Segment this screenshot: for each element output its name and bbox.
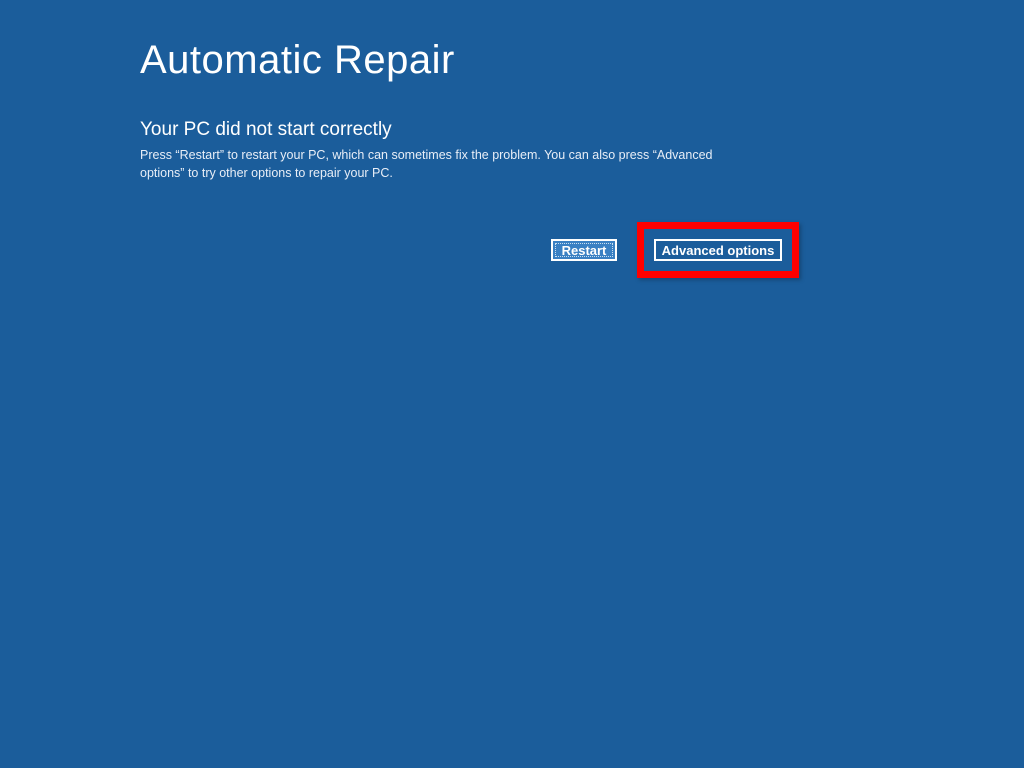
highlight-annotation: Advanced options xyxy=(637,222,799,278)
advanced-options-button[interactable]: Advanced options xyxy=(654,239,782,261)
recovery-screen: Automatic Repair Your PC did not start c… xyxy=(0,0,1024,278)
error-subtitle: Your PC did not start correctly xyxy=(140,119,1024,141)
button-row: Restart Advanced options xyxy=(140,222,1024,278)
error-description: Press “Restart” to restart your PC, whic… xyxy=(140,147,760,182)
page-title: Automatic Repair xyxy=(140,38,1024,83)
restart-button[interactable]: Restart xyxy=(551,239,617,261)
